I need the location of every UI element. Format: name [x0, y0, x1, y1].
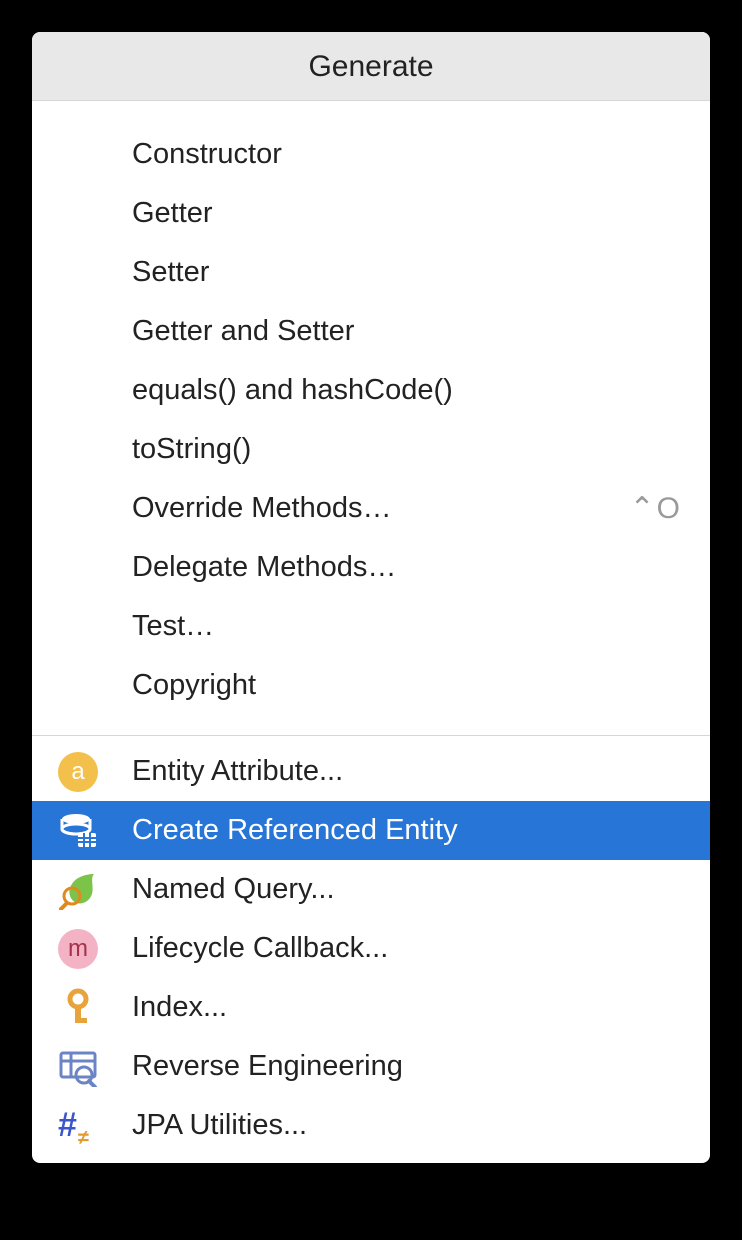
- hash-notequal-icon: # ≠: [54, 1102, 102, 1150]
- menu-item-label: Lifecycle Callback...: [132, 932, 682, 965]
- menu-item-getter-setter[interactable]: Getter and Setter: [32, 302, 710, 361]
- reverse-engineering-icon: [54, 1043, 102, 1091]
- svg-text:#: #: [58, 1106, 77, 1144]
- menu-item-create-referenced-entity[interactable]: Create Referenced Entity: [32, 801, 710, 860]
- menu-item-jpa-utilities[interactable]: # ≠ JPA Utilities...: [32, 1096, 710, 1155]
- menu-item-label: Entity Attribute...: [132, 755, 682, 788]
- menu-item-setter[interactable]: Setter: [32, 243, 710, 302]
- generate-popup: Generate Constructor Getter Setter Gette…: [32, 32, 710, 1163]
- attribute-icon: a: [54, 748, 102, 796]
- menu-item-lifecycle-callback[interactable]: m Lifecycle Callback...: [32, 919, 710, 978]
- menu-item-label: Delegate Methods…: [132, 551, 682, 584]
- method-icon: m: [54, 925, 102, 973]
- menu-item-label: Getter: [132, 197, 682, 230]
- menu-item-label: Copyright: [132, 669, 682, 702]
- menu-item-label: Setter: [132, 256, 682, 289]
- svg-text:≠: ≠: [78, 1127, 89, 1146]
- menu-item-named-query[interactable]: Named Query...: [32, 860, 710, 919]
- menu-item-equals-hashcode[interactable]: equals() and hashCode(): [32, 361, 710, 420]
- menu-item-index[interactable]: Index...: [32, 978, 710, 1037]
- menu-item-label: Index...: [132, 991, 682, 1024]
- menu-item-label: Test…: [132, 610, 682, 643]
- menu-item-shortcut: ⌃O: [630, 491, 682, 526]
- database-icon: [54, 807, 102, 855]
- popup-title: Generate: [32, 32, 710, 101]
- menu-item-constructor[interactable]: Constructor: [32, 125, 710, 184]
- menu-item-label: JPA Utilities...: [132, 1109, 682, 1142]
- menu-item-label: Reverse Engineering: [132, 1050, 682, 1083]
- menu-item-entity-attribute[interactable]: a Entity Attribute...: [32, 742, 710, 801]
- menu-item-label: Named Query...: [132, 873, 682, 906]
- menu-item-getter[interactable]: Getter: [32, 184, 710, 243]
- menu-item-tostring[interactable]: toString(): [32, 420, 710, 479]
- menu-item-label: equals() and hashCode(): [132, 374, 682, 407]
- menu-item-copyright[interactable]: Copyright: [32, 656, 710, 715]
- leaf-search-icon: [54, 866, 102, 914]
- generate-basic-section: Constructor Getter Setter Getter and Set…: [32, 101, 710, 735]
- menu-item-label: Create Referenced Entity: [132, 814, 682, 847]
- menu-item-delegate-methods[interactable]: Delegate Methods…: [32, 538, 710, 597]
- menu-item-test[interactable]: Test…: [32, 597, 710, 656]
- menu-item-reverse-engineering[interactable]: Reverse Engineering: [32, 1037, 710, 1096]
- section-divider: [32, 735, 710, 736]
- menu-item-label: Getter and Setter: [132, 315, 682, 348]
- key-icon: [54, 984, 102, 1032]
- menu-item-label: Constructor: [132, 138, 682, 171]
- menu-item-label: Override Methods…: [132, 492, 630, 525]
- generate-jpa-section: a Entity Attribute... Create Referenced …: [32, 742, 710, 1163]
- menu-item-label: toString(): [132, 433, 682, 466]
- menu-item-override-methods[interactable]: Override Methods… ⌃O: [32, 479, 710, 538]
